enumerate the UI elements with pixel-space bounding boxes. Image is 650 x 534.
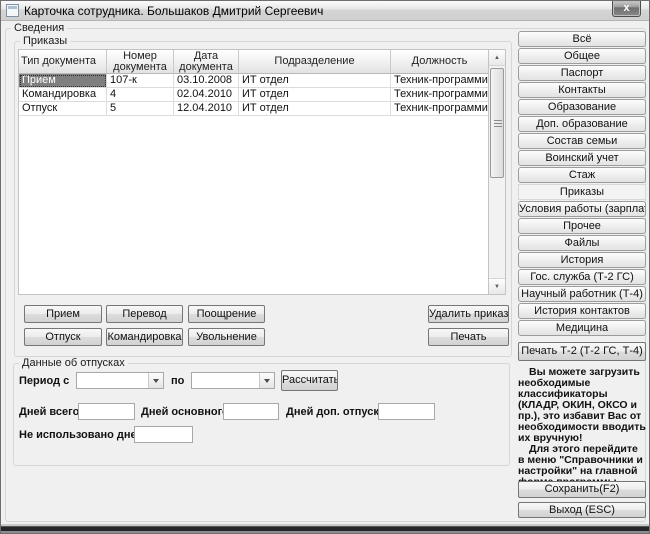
cell-doc-type[interactable]: Командировка — [19, 88, 107, 102]
days-main-input[interactable] — [223, 403, 279, 420]
window-icon[interactable] — [6, 4, 19, 17]
cell-position[interactable]: Техник-программист — [391, 102, 488, 116]
period-from-select[interactable] — [76, 372, 164, 389]
sidebar-item-usloviya-raboty[interactable]: Условия работы (зарплата) — [518, 201, 646, 217]
cell-doc-type[interactable]: Прием — [19, 74, 107, 88]
sidebar-item-obschee[interactable]: Общее — [518, 48, 646, 64]
chevron-down-icon[interactable] — [259, 373, 274, 388]
pooshchrenie-button[interactable]: Поощрение — [188, 305, 265, 323]
days-extra-input[interactable] — [378, 403, 435, 420]
sidebar-item-kontakty[interactable]: Контакты — [518, 82, 646, 98]
scroll-up-icon: ▲ — [494, 55, 500, 61]
scroll-up-button[interactable]: ▲ — [489, 50, 505, 66]
column-header-doc-date: Дата документа — [174, 50, 239, 74]
svedeniya-group-label: Сведения — [11, 22, 67, 34]
cell-department[interactable]: ИТ отдел — [239, 102, 391, 116]
scroll-down-icon: ▼ — [494, 284, 500, 290]
sidebar-item-gos-sluzhba[interactable]: Гос. служба (Т-2 ГС) — [518, 269, 646, 285]
hint-paragraph-1: Вы можете загрузить необходимые классифи… — [518, 367, 647, 444]
exit-button[interactable]: Выход (ESC) — [518, 502, 646, 518]
period-to-select[interactable] — [191, 372, 275, 389]
cell-doc-date[interactable]: 03.10.2008 — [174, 74, 239, 88]
days-total-input[interactable] — [78, 403, 135, 420]
save-button[interactable]: Сохранить(F2) — [518, 481, 646, 498]
days-total-label: Дней всего — [19, 406, 79, 418]
print-order-button[interactable]: Печать — [428, 328, 509, 346]
cell-department[interactable]: ИТ отдел — [239, 88, 391, 102]
close-button[interactable]: x — [612, 1, 641, 17]
sidebar-item-dop-obrazovanie[interactable]: Доп. образование — [518, 116, 646, 132]
vacation-group-label: Данные об отпусках — [19, 357, 128, 369]
classifier-hint-text: Вы можете загрузить необходимые классифи… — [518, 367, 647, 499]
cell-department[interactable]: ИТ отдел — [239, 74, 391, 88]
sidebar-item-faily[interactable]: Файлы — [518, 235, 646, 251]
sidebar-item-obrazovanie[interactable]: Образование — [518, 99, 646, 115]
calculate-button[interactable]: Рассчитать — [281, 370, 338, 391]
chevron-down-icon[interactable] — [148, 373, 163, 388]
orders-table-body: Прием 107-к 03.10.2008 ИТ отдел Техник-п… — [19, 74, 488, 116]
sidebar-item-istoriya-kontaktov[interactable]: История контактов — [518, 303, 646, 319]
cell-position[interactable]: Техник-программист — [391, 74, 488, 88]
days-unused-input[interactable] — [134, 426, 193, 443]
cell-doc-number[interactable]: 4 — [107, 88, 174, 102]
column-header-doc-type: Тип документа — [19, 50, 107, 74]
titlebar: Карточка сотрудника. Большаков Дмитрий С… — [1, 1, 649, 21]
cell-doc-date[interactable]: 02.04.2010 — [174, 88, 239, 102]
komandirovka-button[interactable]: Командировка — [106, 328, 183, 346]
sidebar-item-pasport[interactable]: Паспорт — [518, 65, 646, 81]
table-row[interactable]: Прием 107-к 03.10.2008 ИТ отдел Техник-п… — [19, 74, 488, 88]
column-header-position: Должность — [391, 50, 488, 74]
sidebar-item-prochee[interactable]: Прочее — [518, 218, 646, 234]
scroll-down-button[interactable]: ▼ — [489, 278, 505, 294]
sidebar-item-nauchny-rabotnik[interactable]: Научный работник (Т-4) — [518, 286, 646, 302]
days-main-label: Дней основного — [141, 406, 229, 418]
sidebar-item-sostav-semi[interactable]: Состав семьи — [518, 133, 646, 149]
period-from-label: Период с — [19, 375, 69, 387]
perevod-button[interactable]: Перевод — [106, 305, 183, 323]
cell-doc-type[interactable]: Отпуск — [19, 102, 107, 116]
sidebar-item-medicina[interactable]: Медицина — [518, 320, 646, 336]
employee-card-window: Карточка сотрудника. Большаков Дмитрий С… — [0, 0, 650, 534]
delete-order-button[interactable]: Удалить приказ — [428, 305, 509, 323]
orders-table: Тип документа Номер документа Дата докум… — [18, 49, 506, 295]
scrollbar-thumb[interactable] — [490, 68, 504, 178]
days-unused-label: Не использовано дней — [19, 429, 143, 441]
column-header-department: Подразделение — [239, 50, 391, 74]
sidebar-item-stazh[interactable]: Стаж — [518, 167, 646, 183]
sidebar-item-vse[interactable]: Всё — [518, 31, 646, 47]
days-extra-label: Дней доп. отпуска — [286, 406, 385, 418]
table-row[interactable]: Отпуск 5 12.04.2010 ИТ отдел Техник-прог… — [19, 102, 488, 116]
table-scrollbar[interactable]: ▲ ▼ — [488, 50, 505, 294]
period-to-label: по — [171, 375, 184, 387]
priem-button[interactable]: Прием — [24, 305, 102, 323]
cell-doc-number[interactable]: 5 — [107, 102, 174, 116]
cell-doc-date[interactable]: 12.04.2010 — [174, 102, 239, 116]
table-row[interactable]: Командировка 4 02.04.2010 ИТ отдел Техни… — [19, 88, 488, 102]
sidebar-item-voinskiy-uchet[interactable]: Воинский учет — [518, 150, 646, 166]
uvolnenie-button[interactable]: Увольнение — [188, 328, 265, 346]
sidebar-item-prikazy[interactable]: Приказы — [518, 184, 646, 200]
cell-doc-number[interactable]: 107-к — [107, 74, 174, 88]
sidebar-item-istoriya[interactable]: История — [518, 252, 646, 268]
otpusk-button[interactable]: Отпуск — [24, 328, 102, 346]
window-bottom-frame — [1, 524, 649, 533]
orders-table-header: Тип документа Номер документа Дата докум… — [19, 50, 488, 74]
cell-position[interactable]: Техник-программист — [391, 88, 488, 102]
window-title: Карточка сотрудника. Большаков Дмитрий С… — [24, 4, 323, 18]
scrollbar-grip-icon — [494, 123, 502, 124]
close-icon: x — [623, 2, 629, 14]
orders-group-label: Приказы — [20, 35, 70, 47]
print-t2-button[interactable]: Печать Т-2 (Т-2 ГС, Т-4) — [518, 342, 646, 361]
column-header-doc-number: Номер документа — [107, 50, 174, 74]
